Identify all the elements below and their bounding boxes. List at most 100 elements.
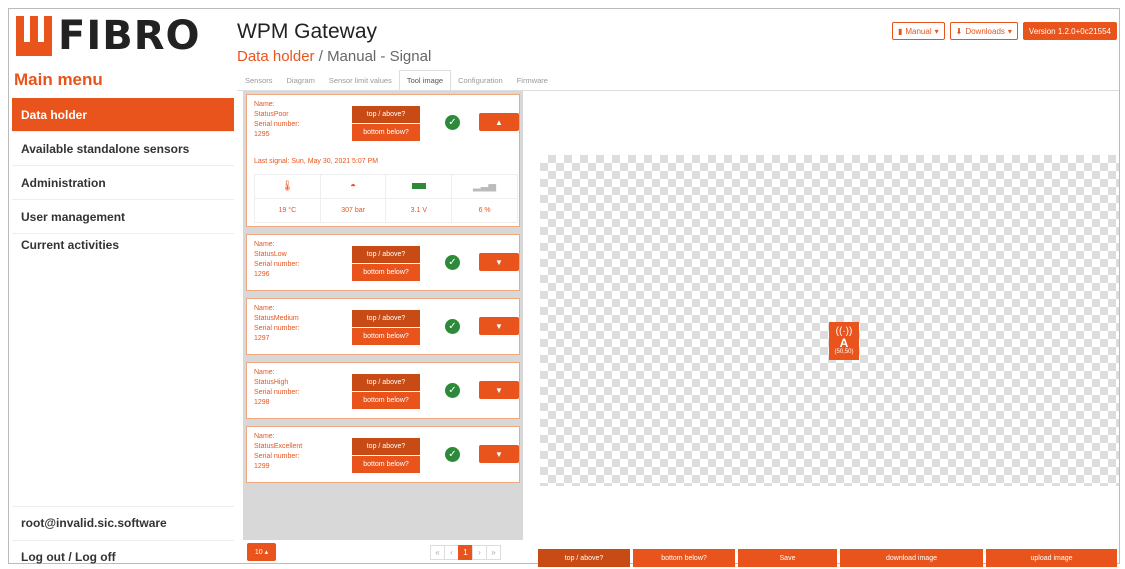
downloads-dropdown-button[interactable]: ⬇ Downloads ▾ [949,22,1018,40]
sidebar-item-current-activities[interactable]: Current activities [12,234,234,268]
data-holder-list: Name: StatusPoor Serial number: 1295 top… [243,91,523,540]
sidebar-item-data-holder[interactable]: Data holder [12,98,234,132]
sensor-position-marker[interactable]: ((·)) A (50,50) [829,322,859,360]
tool-image-canvas[interactable]: ((·)) A (50,50) [540,155,1119,486]
caret-up-icon: ▴ [262,549,269,556]
serial-number: 1297 [254,335,270,342]
last-page-button[interactable]: » [486,545,501,560]
bottom-below-button[interactable]: bottom below? [352,392,420,409]
current-user[interactable]: root@invalid.sic.software [12,506,234,538]
serial-label: Serial number: [254,261,300,268]
tab-tool-image[interactable]: Tool image [398,70,452,90]
expand-button[interactable]: ▼ [479,381,519,399]
last-signal: Last signal: Sun, May 30, 2021 5:07 PM [254,158,379,165]
top-above-button[interactable]: top / above? [352,374,420,391]
next-page-button[interactable]: › [472,545,487,560]
card-meta: Name: StatusMedium Serial number: 1297 [254,304,300,344]
manual-dropdown-button[interactable]: ▮ Manual ▾ [891,22,945,40]
download-icon: ⬇ [955,26,963,36]
data-holder-card: Name: StatusLow Serial number: 1296 top … [246,234,520,291]
tab-firmware[interactable]: Firmware [510,70,555,90]
tab-sensors[interactable]: Sensors [238,70,280,90]
image-actions-bar: top / above? bottom below? Save download… [538,549,1117,567]
tab-diagram[interactable]: Diagram [280,70,322,90]
serial-label: Serial number: [254,453,300,460]
check-circle-icon: ✓ [445,255,460,270]
previous-page-button[interactable]: ‹ [444,545,459,560]
data-holder-card: Name: StatusExcellent Serial number: 129… [246,426,520,483]
caret-down-icon: ▾ [934,26,939,36]
sidebar: Data holder Available standalone sensors… [12,98,234,268]
collapse-button[interactable]: ▲ [479,113,519,131]
download-image-button[interactable]: download image [840,549,983,567]
card-meta: Name: StatusExcellent Serial number: 129… [254,432,302,472]
holder-name: StatusPoor [254,111,289,118]
sensor-values-table: 🌡︎ ◓ ▂▃▅ 19 °C 307 bar 3.1 V 6 % [254,174,518,223]
gauge-icon: ◓ [319,174,387,199]
bottom-below-button[interactable]: bottom below? [352,124,420,141]
sidebar-item-user-management[interactable]: User management [12,200,234,234]
manual-label: Manual [905,26,932,36]
save-button[interactable]: Save [738,549,837,567]
card-meta: Name: StatusLow Serial number: 1296 [254,240,300,280]
signal-strength-icon: ▂▃▅ [451,174,518,199]
expand-button[interactable]: ▼ [479,445,519,463]
top-above-button[interactable]: top / above? [352,438,420,455]
card-meta: Name: StatusPoor Serial number: 1295 [254,100,300,140]
chevron-down-icon: ▼ [495,449,503,459]
tab-bar: Sensors Diagram Sensor limit values Tool… [238,70,555,90]
serial-number: 1296 [254,271,270,278]
check-circle-icon: ✓ [445,447,460,462]
first-page-button[interactable]: « [430,545,445,560]
name-label: Name: [254,305,275,312]
upload-image-button[interactable]: upload image [986,549,1117,567]
sidebar-item-administration[interactable]: Administration [12,166,234,200]
top-above-button[interactable]: top / above? [352,106,420,123]
downloads-label: Downloads [965,26,1005,36]
serial-label: Serial number: [254,389,300,396]
thermometer-icon: 🌡︎ [254,174,321,199]
top-above-button[interactable]: top / above? [352,310,420,327]
main-menu-title: Main menu [14,70,103,89]
book-icon: ▮ [897,26,903,36]
app-title: WPM Gateway [237,20,378,43]
serial-number: 1299 [254,463,270,470]
serial-label: Serial number: [254,121,300,128]
tab-configuration[interactable]: Configuration [451,70,510,90]
serial-number: 1295 [254,131,270,138]
marker-letter: A [839,336,849,350]
page-size-dropdown[interactable]: 10 ▴ [247,543,276,561]
pagination: « ‹ 1 › » [430,545,501,560]
holder-name: StatusLow [254,251,287,258]
top-above-button[interactable]: top / above? [352,246,420,263]
holder-name: StatusMedium [254,315,299,322]
version-button[interactable]: Version 1.2.0+0c21554 [1022,22,1117,40]
serial-number: 1298 [254,399,270,406]
expand-button[interactable]: ▼ [479,317,519,335]
logout-link[interactable]: Log out / Log off [12,540,234,569]
sidebar-item-standalone-sensors[interactable]: Available standalone sensors [12,132,234,166]
bottom-below-button[interactable]: bottom below? [352,264,420,281]
holder-name: StatusHigh [254,379,289,386]
chevron-down-icon: ▼ [495,321,503,331]
sensor-icon-row: 🌡︎ ◓ ▂▃▅ [254,174,518,199]
page-1-button[interactable]: 1 [458,545,473,560]
bottom-below-button[interactable]: bottom below? [352,328,420,345]
bottom-below-button[interactable]: bottom below? [352,456,420,473]
chevron-up-icon: ▲ [495,117,503,127]
name-label: Name: [254,369,275,376]
breadcrumb-data-holder[interactable]: Data holder [237,48,315,65]
breadcrumb-current: / Manual - Signal [314,48,432,65]
expand-button[interactable]: ▼ [479,253,519,271]
signal-value: 6 % [451,198,518,223]
name-label: Name: [254,101,275,108]
holder-name: StatusExcellent [254,443,303,450]
top-above-toggle-button[interactable]: top / above? [538,549,630,567]
bottom-below-toggle-button[interactable]: bottom below? [633,549,735,567]
chevron-down-icon: ▼ [495,385,503,395]
temperature-value: 19 °C [254,198,321,223]
tab-sensor-limit-values[interactable]: Sensor limit values [322,70,399,90]
marker-coordinates: (50,50) [834,349,854,355]
page-size-value: 10 [254,548,263,556]
check-circle-icon: ✓ [445,383,460,398]
